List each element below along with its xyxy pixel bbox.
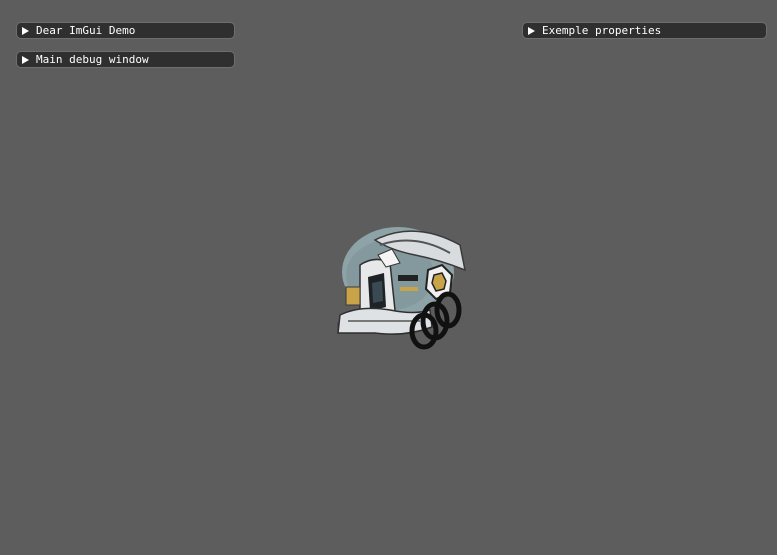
main-debug-window-header[interactable]: Main debug window [16, 51, 235, 68]
3d-viewport[interactable] [320, 215, 480, 360]
window-title: Main debug window [36, 53, 149, 66]
window-title: Exemple properties [542, 24, 662, 37]
collapse-arrow-icon[interactable] [528, 26, 535, 35]
window-title: Dear ImGui Demo [36, 24, 136, 37]
collapse-arrow-icon[interactable] [22, 55, 29, 64]
example-properties-window-header[interactable]: Exemple properties [522, 22, 767, 39]
helmet-model [337, 227, 467, 350]
imgui-demo-window-header[interactable]: Dear ImGui Demo [16, 22, 235, 39]
collapse-arrow-icon[interactable] [22, 26, 29, 35]
